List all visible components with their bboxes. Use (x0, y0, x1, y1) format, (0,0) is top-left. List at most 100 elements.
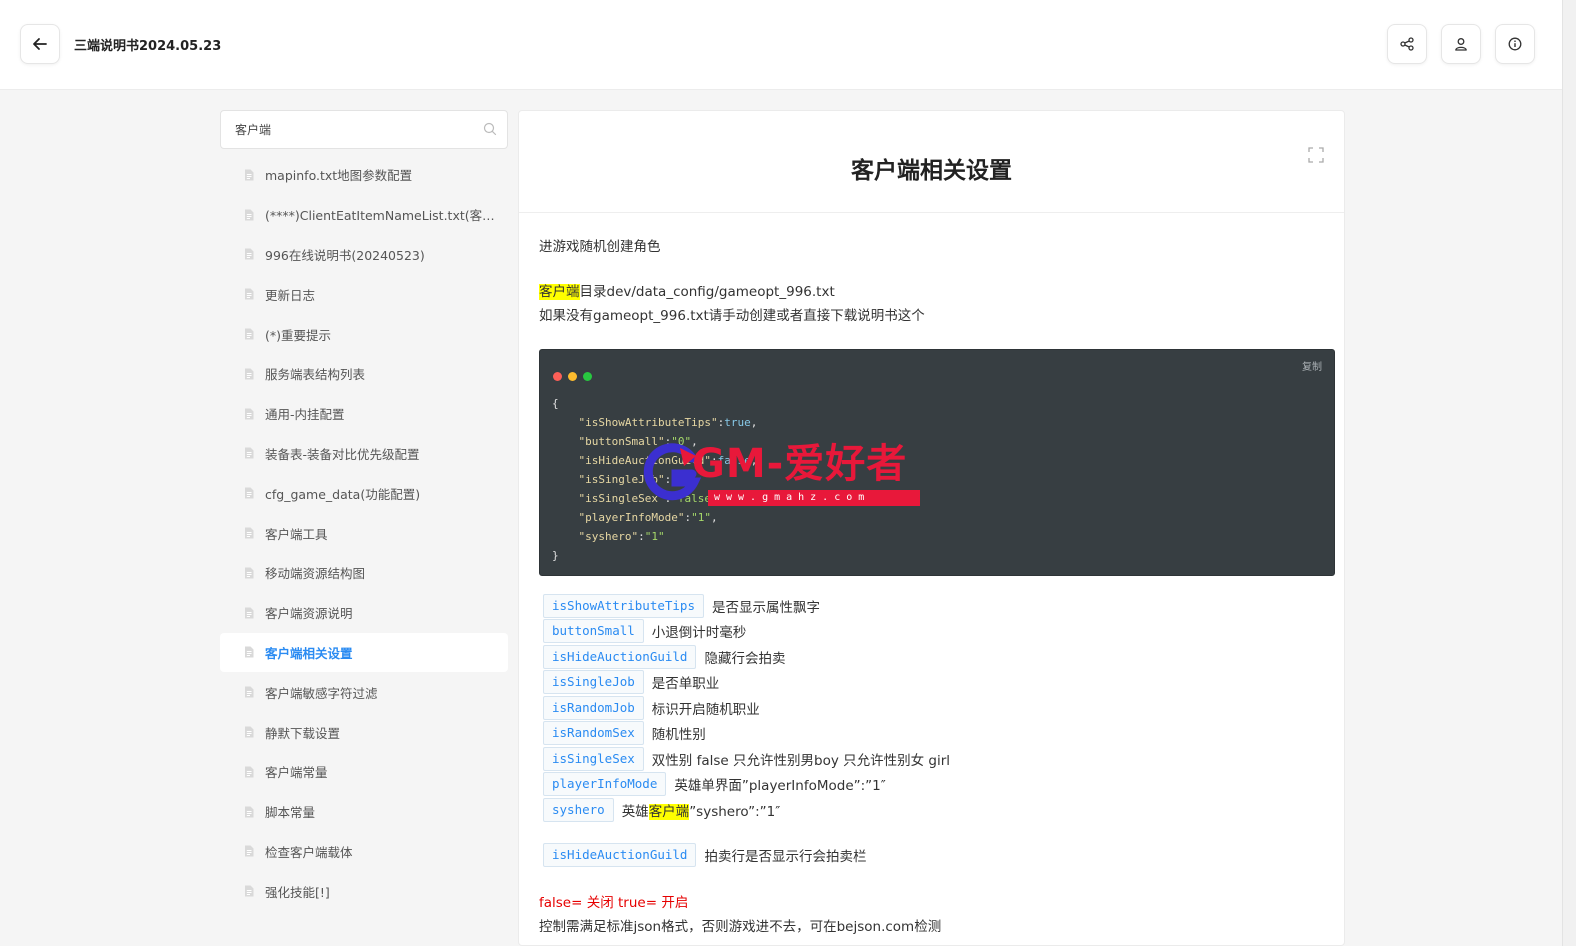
param-row: buttonSmall 小退倒计时毫秒 (543, 619, 746, 643)
sidebar-item[interactable]: 更新日志 (220, 274, 508, 314)
param-tag: isHideAuctionGuild (543, 843, 697, 867)
share-button[interactable] (1387, 24, 1427, 64)
user-button[interactable] (1441, 24, 1481, 64)
highlight-client: 客户端 (539, 284, 580, 300)
json-note: 控制需满足标准json格式，否则游戏进不去，可在bejson.com检测 (539, 919, 942, 935)
sidebar-item-label: 客户端资源说明 (265, 606, 353, 622)
param-desc: 小退倒计时毫秒 (651, 625, 747, 641)
sidebar-item[interactable]: 检查客户端载体 (220, 832, 508, 872)
param-row: isHideAuctionGuild 隐藏行会拍卖 (543, 645, 785, 669)
param-desc-prefix: 英雄 (621, 804, 649, 820)
content-panel: 客户端相关设置 进游戏随机创建角色 客户端目录dev/data_config/g… (518, 110, 1345, 946)
sidebar-item[interactable]: 服务端表结构列表 (220, 354, 508, 394)
sidebar-item[interactable]: 客户端资源说明 (220, 593, 508, 633)
sidebar-doc-list: mapinfo.txt地图参数配置 (****)ClientEatItemName… (220, 155, 508, 911)
back-button[interactable] (20, 24, 60, 64)
sidebar-item[interactable]: 客户端常量 (220, 752, 508, 792)
param-desc: 是否显示属性飘字 (712, 600, 820, 616)
page-title: 客户端相关设置 (851, 158, 1012, 184)
code-value: "1" (644, 530, 665, 543)
sidebar-item[interactable]: 强化技能[!] (220, 871, 508, 911)
document-icon (245, 845, 254, 857)
sidebar-item[interactable]: 客户端相关设置 (220, 632, 508, 673)
share-icon (1400, 37, 1414, 51)
document-icon (245, 447, 254, 459)
document-icon (245, 527, 254, 539)
sidebar-item-label: cfg_game_data(功能配置) (265, 486, 421, 502)
code-key: "isHideAuctionGuild" (578, 454, 711, 467)
search-input[interactable] (221, 111, 471, 148)
sidebar-item[interactable]: 客户端敏感字符过滤 (220, 672, 508, 712)
document-icon (245, 368, 254, 380)
sidebar-item-label: 装备表-装备对比优先级配置 (265, 446, 420, 462)
search-icon[interactable] (483, 122, 497, 136)
document-icon (245, 328, 254, 340)
document-icon (245, 288, 254, 300)
sidebar-item-label: (****)ClientEatItemNameList.txt(客户... (265, 208, 503, 224)
code-key: "playerInfoMode" (578, 511, 685, 524)
sidebar-item[interactable]: 移动端资源结构图 (220, 553, 508, 593)
missing-file-note: 如果没有gameopt_996.txt请手动创建或者直接下载说明书这个 (539, 308, 925, 324)
config-path: 目录dev/data_config/gameopt_996.txt (579, 284, 835, 300)
param-tag: isRandomJob (543, 696, 644, 720)
intro-text: 进游戏随机创建角色 (539, 239, 661, 255)
bool-note: false= 关闭 true= 开启 (539, 895, 689, 911)
green-dot-icon (583, 372, 592, 381)
param-desc: 标识开启随机职业 (651, 702, 760, 718)
top-bar: 三端说明书2024.05.23 (0, 0, 1562, 90)
sidebar-search (220, 110, 508, 149)
fullscreen-icon[interactable] (1308, 147, 1324, 163)
document-icon (245, 567, 254, 579)
param-desc: 是否单职业 (651, 676, 720, 692)
code-value: false (717, 454, 751, 467)
document-icon (245, 885, 254, 897)
document-icon (245, 646, 254, 658)
sidebar-item-label: 客户端相关设置 (265, 645, 353, 661)
code-value: "1" (691, 511, 711, 524)
sidebar-item[interactable]: 脚本常量 (220, 792, 508, 832)
sidebar-item-label: 客户端敏感字符过滤 (265, 685, 378, 701)
highlight-client: 客户端 (648, 804, 690, 820)
sidebar-item-label: 强化技能[!] (265, 884, 330, 900)
sidebar-item-label: 检查客户端载体 (265, 844, 353, 860)
sidebar-item[interactable]: (****)ClientEatItemNameList.txt(客户... (220, 195, 508, 235)
document-title: 三端说明书2024.05.23 (74, 39, 222, 54)
param-desc-suffix: ”syshero”:”1″ (689, 804, 781, 820)
param-tag: playerInfoMode (543, 772, 667, 796)
info-button[interactable] (1495, 24, 1535, 64)
param-tag: isHideAuctionGuild (543, 645, 697, 669)
window-dots (553, 372, 592, 381)
document-icon (245, 607, 254, 619)
auction-param-row: isHideAuctionGuild 拍卖行是否显示行会拍卖栏 (543, 843, 866, 867)
window-scrollbar[interactable] (1562, 0, 1576, 946)
sidebar-item[interactable]: 客户端工具 (220, 513, 508, 553)
param-row: isSingleJob 是否单职业 (543, 670, 719, 694)
yellow-dot-icon (568, 372, 577, 381)
sidebar-item[interactable]: mapinfo.txt地图参数配置 (220, 155, 508, 195)
sidebar-item-label: 客户端工具 (265, 526, 328, 542)
sidebar-item-label: 脚本常量 (265, 805, 316, 821)
sidebar-item[interactable]: 通用-内挂配置 (220, 394, 508, 434)
param-desc: 隐藏行会拍卖 (704, 651, 786, 667)
sidebar-item-label: 静默下载设置 (265, 725, 341, 741)
sidebar-item[interactable]: 静默下载设置 (220, 712, 508, 752)
red-dot-icon (553, 372, 562, 381)
sidebar-item[interactable]: 装备表-装备对比优先级配置 (220, 434, 508, 474)
code-key: "syshero" (578, 530, 639, 543)
document-icon (245, 686, 254, 698)
document-icon (245, 408, 254, 420)
code-key: "isSingleSex" (578, 492, 665, 505)
param-desc: 双性别 false 只允许性别男boy 只允许性别女 girl (651, 753, 951, 769)
sidebar-item[interactable]: cfg_game_data(功能配置) (220, 473, 508, 513)
code-key: "isSingleJob" (578, 473, 665, 486)
sidebar-item-label: mapinfo.txt地图参数配置 (265, 168, 413, 184)
document-icon (245, 248, 254, 260)
code-key: "isShowAttributeTips" (578, 416, 718, 429)
param-desc: 英雄单界面”playerInfoMode”:”1″ (674, 778, 886, 794)
copy-button[interactable]: 复制 (1302, 358, 1322, 373)
param-tag: isRandomSex (543, 721, 644, 745)
param-row: isRandomJob 标识开启随机职业 (543, 696, 760, 720)
param-tag: syshero (543, 798, 614, 822)
sidebar-item[interactable]: 996在线说明书(20240523) (220, 235, 508, 275)
sidebar-item[interactable]: (*)重要提示 (220, 314, 508, 354)
